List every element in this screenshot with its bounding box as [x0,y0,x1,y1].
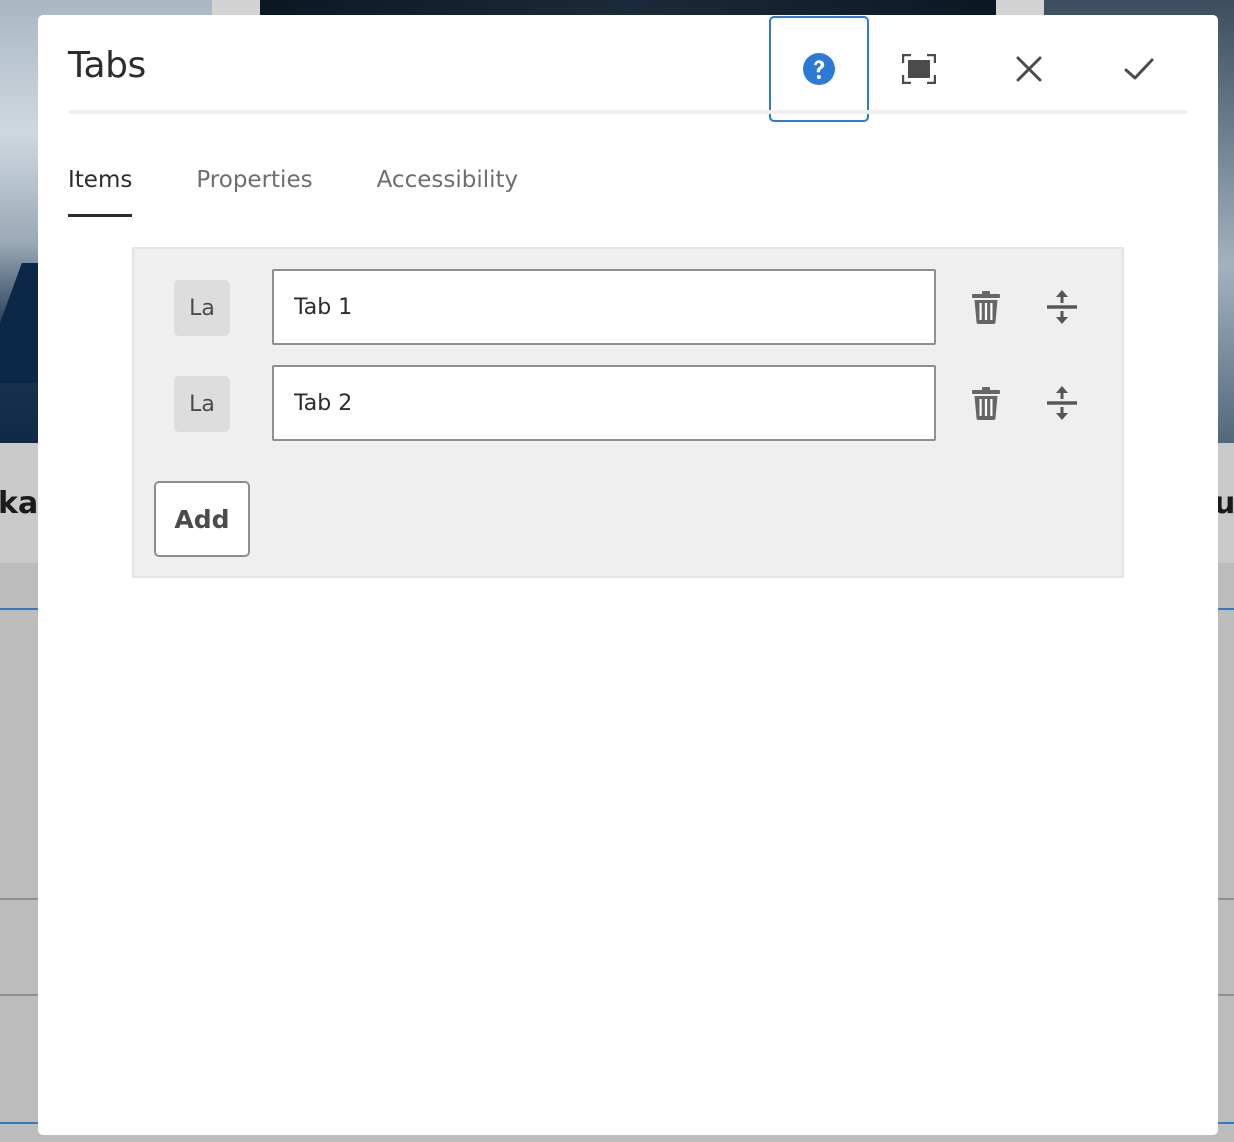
drag-handle-icon [1047,290,1077,324]
background-caption-left: ka [0,486,39,521]
help-icon [803,53,835,85]
delete-item-button[interactable] [962,283,1010,331]
background-gap [996,0,1044,15]
close-icon [1016,56,1042,82]
item-title-input[interactable] [272,365,936,441]
checkmark-icon [1124,58,1154,80]
reorder-handle[interactable] [1038,379,1086,427]
field-label-badge: La [174,280,230,336]
list-item: La [134,269,1122,345]
tab-accessibility[interactable]: Accessibility [377,163,519,217]
field-label-badge: La [174,376,230,432]
tabs-dialog: Tabs Items Properties Accessibility La T… [38,15,1218,1135]
tab-items[interactable]: Items [68,163,133,217]
close-button[interactable] [979,15,1079,123]
item-title-input[interactable] [272,269,936,345]
fullscreen-icon [902,54,936,84]
dialog-title: Tabs [68,45,146,86]
tab-list: Items Properties Accessibility [68,163,518,219]
delete-item-button[interactable] [962,379,1010,427]
background-gap [212,0,260,15]
trash-icon [972,387,1000,420]
help-button[interactable] [769,16,869,122]
reorder-handle[interactable] [1038,283,1086,331]
tab-properties[interactable]: Properties [196,163,312,217]
add-item-button[interactable]: Add [154,481,250,557]
items-multifield: La La [132,247,1124,578]
trash-icon [972,291,1000,324]
background-image-middle [260,0,996,15]
list-item: La [134,365,1122,441]
done-button[interactable] [1089,15,1189,123]
fullscreen-button[interactable] [869,15,969,123]
header-divider [68,110,1188,114]
drag-handle-icon [1047,386,1077,420]
